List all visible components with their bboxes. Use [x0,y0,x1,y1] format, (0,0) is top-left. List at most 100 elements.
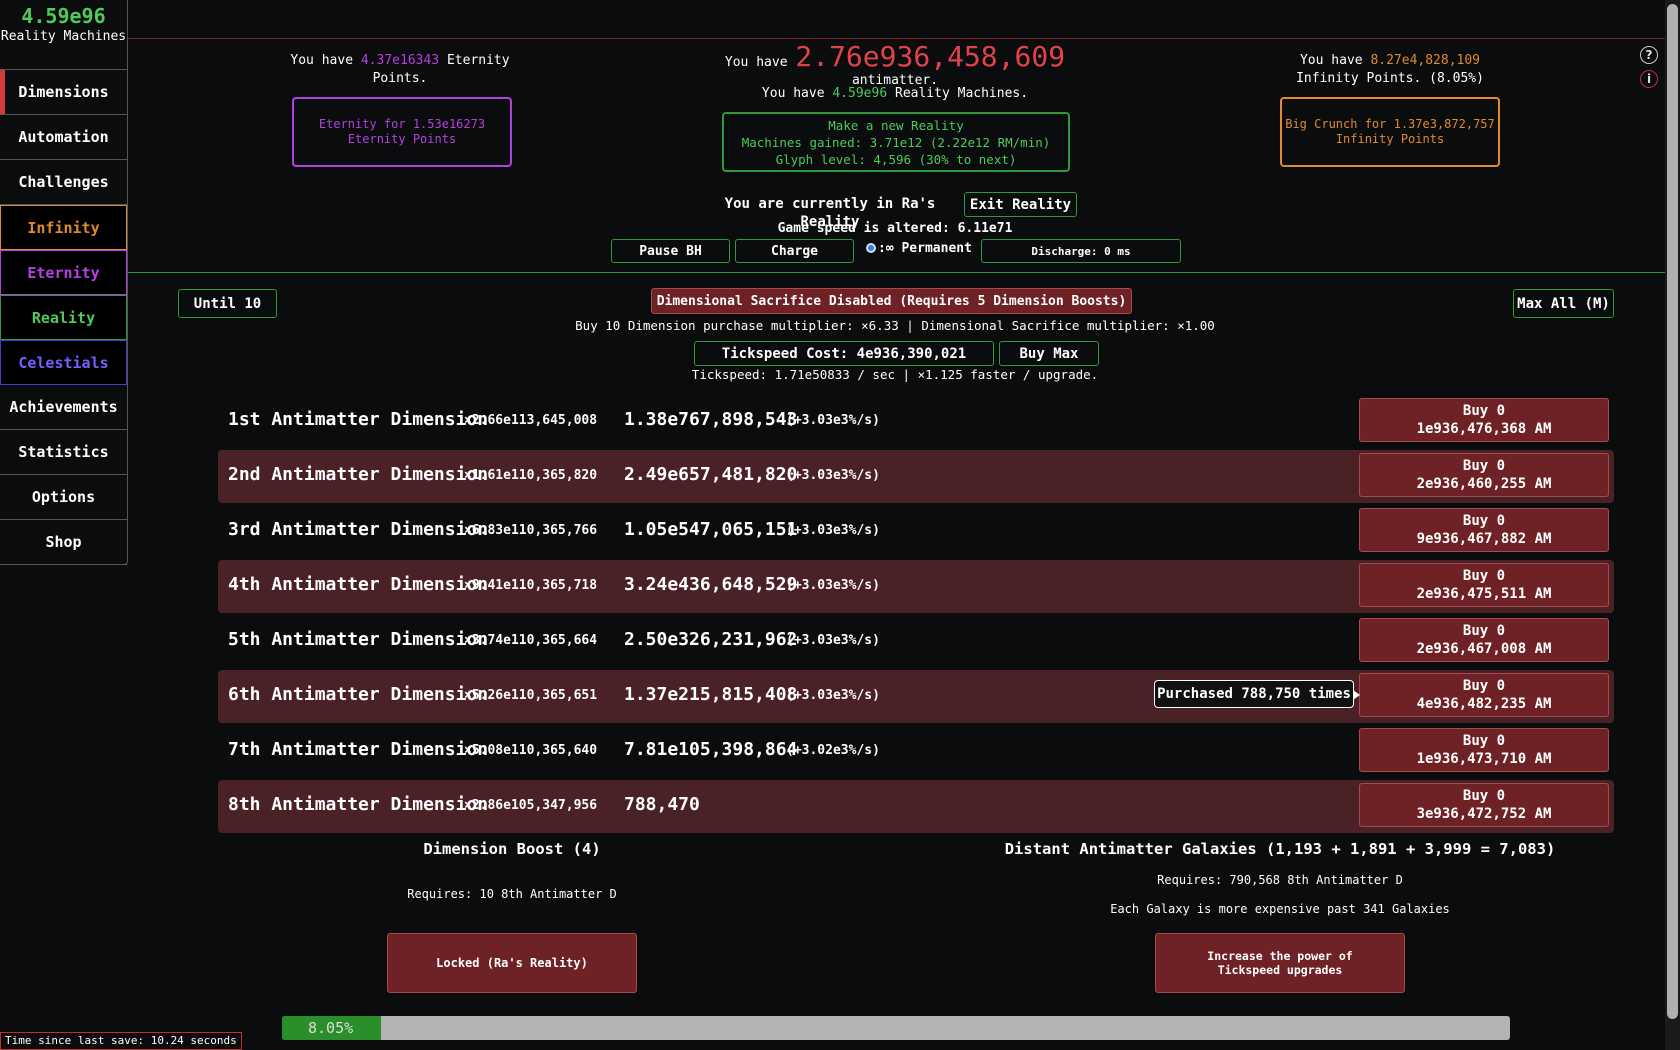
scrollbar[interactable] [1665,0,1680,1050]
dimension-name: 6th Antimatter Dimension [228,684,489,705]
galaxy-button[interactable]: Increase the power of Tickspeed upgrades [1155,933,1405,993]
big-crunch-button[interactable]: Big Crunch for 1.37e3,872,757 Infinity P… [1280,97,1500,167]
buy-label: Buy 0 [1462,623,1506,639]
dimension-row: 2nd Antimatter Dimension ×1.61e110,365,82… [218,450,1614,503]
sidebar-item-label: Eternity [27,263,100,282]
sidebar-item-dimensions[interactable]: Dimensions [0,70,127,115]
dimension-multiplier: ×2.66e113,645,008 [464,413,598,428]
reality-button-line1: Make a new Reality [828,117,964,133]
save-time-indicator: Time since last save: 10.24 seconds [0,1032,242,1050]
reality-button-line2: Machines gained: 3.71e12 (2.22e12 RM/min… [741,134,1051,150]
sidebar-item-label: Dimensions [18,83,109,101]
sidebar-item-celestials[interactable]: Celestials [0,340,127,385]
buy-label: Buy 0 [1462,513,1506,529]
sidebar-item-label: Options [31,488,96,506]
tickspeed-buy-max-button[interactable]: Buy Max [999,341,1099,366]
dimension-buy-button[interactable]: Buy 0 2e936,460,255 AM [1359,453,1609,497]
dimension-rate: (+3.03e3%/s) [786,633,880,648]
eternity-prefix: You have [290,53,354,68]
dimension-buy-button[interactable]: Buy 0 1e936,476,368 AM [1359,398,1609,442]
sacrifice-button[interactable]: Dimensional Sacrifice Disabled (Requires… [651,288,1132,314]
max-all-button[interactable]: Max All (M) [1513,289,1614,318]
dimension-multiplier: ×6.83e110,365,766 [464,523,598,538]
dimension-multiplier: ×5.26e110,365,651 [464,688,598,703]
sidebar-item-label: Achievements [9,398,118,416]
dimension-boost-button[interactable]: Locked (Ra's Reality) [387,933,637,993]
discharge-button[interactable]: Discharge: 0 ms [981,239,1181,263]
dimension-rate: (+3.03e3%/s) [786,688,880,703]
galaxy-note: Each Galaxy is more expensive past 341 G… [1110,902,1450,916]
reality-button[interactable]: Make a new Reality Machines gained: 3.71… [722,112,1070,172]
dimension-row: 8th Antimatter Dimension ×2.86e105,347,95… [218,780,1614,833]
sidebar-item-eternity[interactable]: Eternity [0,250,127,295]
pause-bh-button[interactable]: Pause BH [611,239,730,263]
reality-machines-amount: 4.59e96 [21,4,106,28]
sidebar-item-options[interactable]: Options [0,475,127,520]
infinity-prefix: You have [1299,53,1363,68]
help-icon[interactable]: ? [1640,46,1658,64]
buy-label: Buy 0 [1462,788,1506,804]
antimatter-prefix: You have [724,55,788,70]
info-icon[interactable]: i [1640,70,1658,88]
buy-cost: 9e936,467,882 AM [1416,531,1552,547]
eternity-button-line1: Eternity for 1.53e16273 [318,117,486,131]
sidebar-item-reality[interactable]: Reality [0,295,127,340]
crunch-button-line2: Infinity Points [1335,132,1445,146]
buy-label: Buy 0 [1462,568,1506,584]
infinity-points-display: You have 8.27e4,828,109 Infinity Points.… [1280,52,1500,88]
infinity-suffix: Infinity Points. (8.05%) [1296,71,1484,86]
sidebar-item-automation[interactable]: Automation [0,115,127,160]
until-10-button[interactable]: Until 10 [178,289,277,318]
buy-cost: 2e936,460,255 AM [1416,476,1552,492]
dimension-name: 8th Antimatter Dimension [228,794,489,815]
rm-suffix: Reality Machines. [895,86,1029,101]
dimension-row: 5th Antimatter Dimension ×3.74e110,365,66… [218,615,1614,668]
dimension-row: 6th Antimatter Dimension ×5.26e110,365,65… [218,670,1614,723]
dimension-rate: (+3.03e3%/s) [786,578,880,593]
dimension-rate: (+3.03e3%/s) [786,413,880,428]
sidebar-item-shop[interactable]: Shop [0,520,127,565]
dimension-buy-button[interactable]: Buy 0 9e936,467,882 AM [1359,508,1609,552]
progress-label: 8.05% [308,1019,354,1037]
exit-reality-button[interactable]: Exit Reality [964,192,1077,217]
sidebar-item-infinity[interactable]: Infinity [0,205,127,250]
dimension-rate: (+3.03e3%/s) [786,523,880,538]
reality-machines-display: 4.59e96 Reality Machines [0,0,127,70]
tickspeed-button[interactable]: Tickspeed Cost: 4e936,390,021 [694,341,994,366]
scrollbar-thumb[interactable] [1667,4,1678,1019]
dimension-multiplier: ×1.61e110,365,820 [464,468,598,483]
eternity-button[interactable]: Eternity for 1.53e16273 Eternity Points [292,97,512,167]
permanent-radio[interactable] [866,243,876,253]
dimension-rate: (+3.03e3%/s) [786,468,880,483]
sidebar-item-challenges[interactable]: Challenges [0,160,127,205]
sidebar-item-statistics[interactable]: Statistics [0,430,127,475]
header-divider [128,38,1665,39]
dimension-amount: 1.37e215,815,408 [624,684,798,705]
dimension-buy-button[interactable]: Buy 0 4e936,482,235 AM [1359,673,1609,717]
dimension-name: 1st Antimatter Dimension [228,409,489,430]
galaxy-requires: Requires: 790,568 8th Antimatter D [1157,873,1403,887]
charge-button[interactable]: Charge [735,239,854,263]
buy-cost: 3e936,472,752 AM [1416,806,1552,822]
dimension-buy-button[interactable]: Buy 0 3e936,472,752 AM [1359,783,1609,827]
sidebar-item-label: Statistics [18,443,109,461]
buy-cost: 1e936,473,710 AM [1416,751,1552,767]
buy-cost: 2e936,475,511 AM [1416,586,1552,602]
sidebar-item-label: Challenges [18,173,109,191]
dimension-name: 7th Antimatter Dimension [228,739,489,760]
dimension-amount: 3.24e436,648,529 [624,574,798,595]
dimension-amount: 1.38e767,898,543 [624,409,798,430]
dimension-buy-button[interactable]: Buy 0 2e936,475,511 AM [1359,563,1609,607]
reality-machines-line: You have 4.59e96 Reality Machines. [690,85,1100,103]
dimension-amount: 788,470 [624,794,700,815]
buy-label: Buy 0 [1462,403,1506,419]
sidebar-item-achievements[interactable]: Achievements [0,385,127,430]
dimension-buy-button[interactable]: Buy 0 2e936,467,008 AM [1359,618,1609,662]
permanent-label: :∞ Permanent [878,241,972,256]
buy-cost: 2e936,467,008 AM [1416,641,1552,657]
eternity-button-line2: Eternity Points [347,132,457,146]
galaxy-title: Distant Antimatter Galaxies (1,193 + 1,8… [1004,840,1556,858]
antimatter-display: You have 2.76e936,458,609 antimatter. [690,43,1100,90]
dimension-buy-button[interactable]: Buy 0 1e936,473,710 AM [1359,728,1609,772]
progress-bar: 8.05% [282,1016,1510,1040]
